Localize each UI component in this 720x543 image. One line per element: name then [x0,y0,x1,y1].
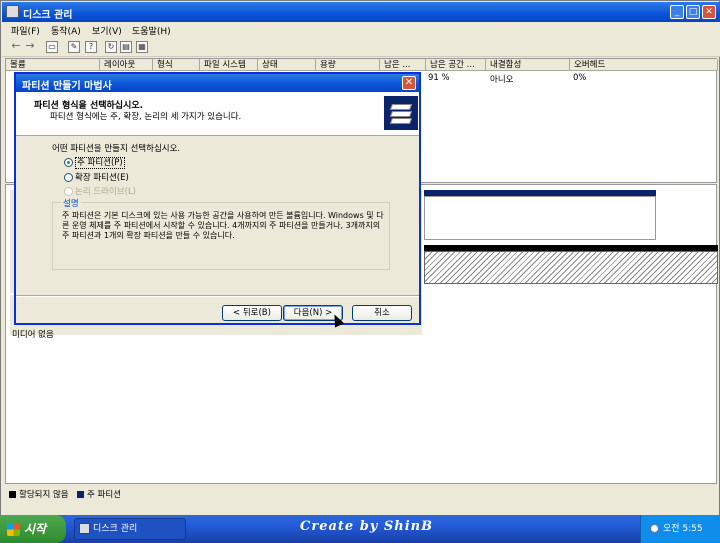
col-free-pct[interactable]: 남은 공간 ... [426,59,486,71]
dialog-header: 파티션 형식을 선택하십시오. 파티션 형식에는 주, 확장, 논리의 세 가지… [16,92,419,136]
col-filesystem[interactable]: 파일 시스템 [200,59,258,71]
col-volume[interactable]: 볼륨 [6,59,100,71]
cell-fault-tolerance: 아니오 [490,75,514,85]
col-type[interactable]: 형식 [153,59,200,71]
partition-wizard-dialog: 파티션 만들기 마법사 ✕ 파티션 형식을 선택하십시오. 파티션 형식에는 주… [14,72,421,328]
legend-primary: 주 파티션 [77,488,121,500]
settings-icon[interactable]: ▦ [136,41,148,53]
col-overhead[interactable]: 오버헤드 [570,59,718,71]
export-icon[interactable]: ▤ [120,41,132,53]
taskbar: 시작 디스크 관리 Create by ShinB 오전 5:55 [0,515,720,543]
radio-extended-partition[interactable]: 확장 파티션(E) [64,171,129,183]
col-fault-tolerance[interactable]: 내결함성 [486,59,570,71]
taskbar-item-disk-management[interactable]: 디스크 관리 [74,518,186,540]
menu-file[interactable]: 파일(F) [11,24,40,37]
description-text: 주 파티션은 기본 디스크에 있는 사용 가능한 공간을 사용하여 만든 볼륨입… [62,211,384,240]
window-title: 디스크 관리 [23,10,73,21]
dialog-titlebar[interactable]: 파티션 만들기 마법사 ✕ [16,74,419,92]
minimize-button[interactable]: _ [670,5,684,19]
back-arrow-icon[interactable]: ← [10,40,22,53]
radio-dot-icon [64,173,73,182]
col-layout[interactable]: 레이아웃 [100,59,153,71]
description-group: 설명 주 파티션은 기본 디스크에 있는 사용 가능한 공간을 사용하여 만든 … [52,197,390,270]
description-title: 설명 [61,197,81,209]
forward-arrow-icon[interactable]: → [24,40,36,53]
menu-bar: 파일(F) 동작(A) 보기(V) 도움말(H) [2,22,720,38]
partition-segment[interactable] [424,196,656,240]
tray-icon[interactable] [649,523,660,534]
cell-free-pct: 91 % [428,73,450,83]
cancel-button[interactable]: 취소 [352,305,412,321]
windows-logo-icon [7,523,20,536]
media-status: 미디어 없음 [12,330,54,340]
clock[interactable]: 오전 5:55 [663,524,703,534]
radio-dot-icon [64,187,73,196]
radio-dot-icon [64,158,73,167]
radio-logical-drive: 논리 드라이브(L) [64,185,136,197]
refresh-icon[interactable]: ↻ [105,41,117,53]
partition-question: 어떤 파티션을 만들지 선택하십시오. [52,144,181,154]
back-button[interactable]: < 뒤로(B) [222,305,282,321]
legend-unallocated: 할당되지 않음 [9,488,69,500]
start-button[interactable]: 시작 [0,515,66,543]
menu-help[interactable]: 도움말(H) [132,24,171,37]
col-capacity[interactable]: 용량 [316,59,380,71]
maximize-button[interactable]: □ [686,5,700,19]
radio-primary-partition[interactable]: 주 파티션(P) [64,156,125,169]
legend-swatch-primary [77,491,84,498]
close-button[interactable]: ✕ [702,5,716,19]
window-titlebar[interactable]: 디스크 관리 _ □ ✕ [2,2,720,22]
disk-management-icon [6,5,19,18]
books-icon [384,96,418,130]
dialog-close-button[interactable]: ✕ [402,76,416,90]
branding-text: Create by ShinB [300,519,434,534]
dialog-separator [16,295,419,297]
dialog-header-subtitle: 파티션 형식에는 주, 확장, 논리의 세 가지가 있습니다. [50,112,242,122]
menu-action[interactable]: 동작(A) [51,24,81,37]
menu-view[interactable]: 보기(V) [92,24,122,37]
unallocated-segment[interactable] [424,251,718,284]
system-tray: 오전 5:55 [640,515,720,543]
legend-swatch-unallocated [9,491,16,498]
cell-overhead: 0% [573,73,587,83]
disk-management-icon [79,523,90,534]
toolbar: ← → ▭ ✎ ? ↻ ▤ ▦ [2,38,720,57]
properties-icon[interactable]: ✎ [68,41,80,53]
help-icon[interactable]: ? [85,41,97,53]
col-status[interactable]: 상태 [258,59,316,71]
legend: 할당되지 않음 주 파티션 [5,485,717,500]
console-icon[interactable]: ▭ [46,41,58,53]
dialog-title: 파티션 만들기 마법사 [22,81,112,92]
col-free[interactable]: 남은 ... [380,59,426,71]
